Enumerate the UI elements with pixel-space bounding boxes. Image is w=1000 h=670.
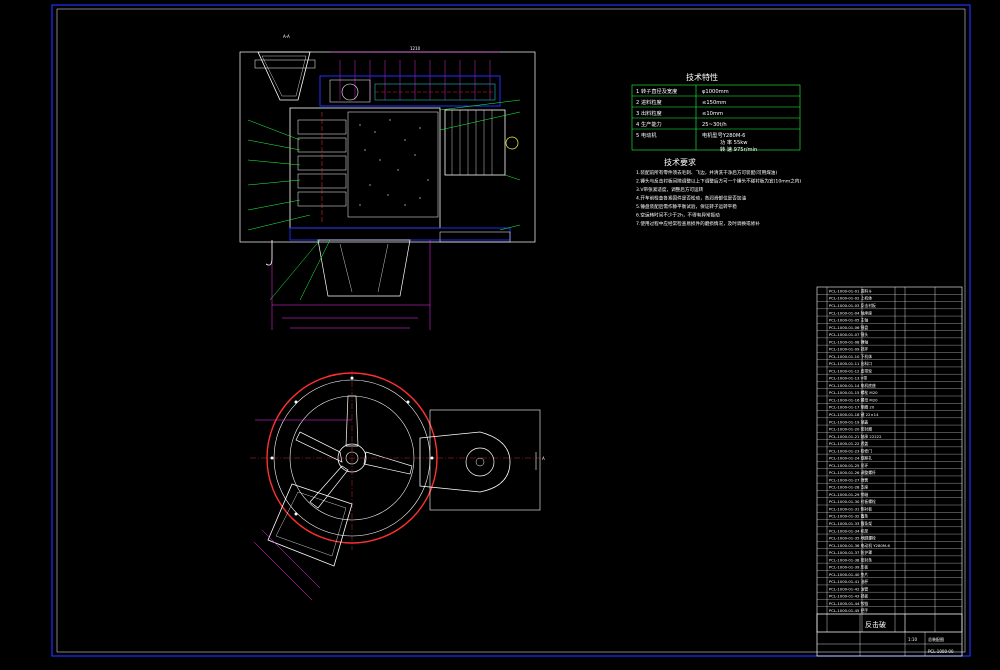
parts-list-row: PCL-1000-01-03 反击衬板 — [829, 303, 876, 308]
parts-list-row: PCL-1000-01-27 弹簧 — [829, 477, 868, 482]
lower-dimensions — [271, 240, 431, 330]
spec-row-value: ≤150mm — [702, 100, 726, 106]
spec-row-value2: 功 率 55kw — [720, 138, 748, 146]
parts-list-row: PCL-1000-01-14 电机底座 — [829, 383, 876, 388]
spec-row-value: φ1000mm — [702, 89, 729, 95]
section-view-a-a: A-A 1210 — [239, 34, 536, 330]
parts-list-row: PCL-1000-01-26 调整螺杆 — [829, 470, 876, 475]
parts-list-row: PCL-1000-01-23 检修门 — [829, 448, 872, 453]
feed-chute-plan — [267, 483, 353, 567]
section-view-label: A-A — [283, 34, 290, 39]
technical-note-item: 3.V带张紧适度，调整后方可运转 — [636, 186, 704, 193]
parts-list-row: PCL-1000-01-29 销轴 — [829, 492, 868, 497]
parts-list-row: PCL-1000-01-45 把手 — [829, 608, 868, 613]
rotor-section — [297, 112, 347, 222]
cad-drawing-canvas: A-A 1210 A 技术特性 1 转子直径及宽度 φ1000mm 2 进料粒度… — [0, 0, 1000, 666]
technical-notes-title: 技术要求 — [664, 157, 696, 167]
parts-list-row: PCL-1000-01-25 吊环 — [829, 463, 868, 468]
motor-base-plan — [429, 409, 541, 511]
spec-row-name: 2 进料粒度 — [636, 98, 662, 106]
parts-list-row: PCL-1000-01-34 机架 — [829, 528, 868, 533]
parts-list-row: PCL-1000-01-36 电动机 Y280M-6 — [829, 543, 890, 548]
chamber-fill-pattern — [359, 119, 429, 206]
parts-list-row: PCL-1000-01-04 轴承座 — [829, 310, 872, 315]
parts-list-table: PCL-1000-01-01 进料斗 PCL-1000-01-02 上机体 PCL-… — [816, 286, 963, 633]
spec-row-value3: 转 速 975r/min — [720, 145, 757, 153]
parts-list-row: PCL-1000-01-17 垫圈 20 — [829, 405, 875, 410]
upper-housing — [319, 75, 501, 107]
parts-list-row: PCL-1000-01-12 皮带轮 — [829, 368, 872, 373]
spec-row-value: 25~30t/h — [702, 122, 727, 128]
parts-list-row: PCL-1000-01-13 V带 — [829, 376, 867, 381]
parts-list-row: PCL-1000-01-16 螺母 M20 — [829, 397, 878, 402]
spec-row-value: 电机型号Y280M-6 — [702, 131, 745, 139]
spec-row-name: 3 出料粒度 — [636, 109, 662, 117]
machine-base — [289, 227, 511, 241]
parts-list-row: PCL-1000-01-09 挡环 — [829, 347, 868, 352]
parts-list-row: PCL-1000-01-43 挡板 — [829, 594, 868, 599]
parts-list-row: PCL-1000-01-15 螺栓 M20 — [829, 390, 878, 395]
feed-hopper — [257, 51, 311, 101]
spec-table-title: 技术特性 — [686, 72, 718, 82]
discharge-chute — [317, 239, 411, 297]
parts-list-row: PCL-1000-01-10 下机体 — [829, 354, 872, 359]
parts-list-row: PCL-1000-01-40 垫片 — [829, 572, 868, 577]
parts-list-row: PCL-1000-01-31 侧衬板 — [829, 506, 872, 511]
technical-note-item: 4.开车前检查各紧固件是否松动，各润滑部位是否加油 — [636, 195, 746, 202]
parts-list-row: PCL-1000-01-21 轴承 22222 — [829, 434, 882, 439]
cut-indicator-label: A — [542, 456, 545, 461]
parts-list-row: PCL-1000-01-02 上机体 — [829, 296, 872, 301]
technical-note-item: 2.锤头与反击衬板间隙调整以上下调整后方可一个锤头不碰衬板为宜(10mm之内) — [636, 178, 801, 185]
technical-note-item: 7.使用过程中应经常检查易损件的磨损情况，及时调换或修补 — [636, 220, 760, 227]
drawing-scale: 1:10 — [908, 637, 917, 642]
parts-list-row: PCL-1000-01-01 进料斗 — [829, 288, 872, 293]
svg-text:1210: 1210 — [410, 46, 421, 51]
parts-list-row: PCL-1000-01-35 地脚螺栓 — [829, 536, 876, 541]
technical-note-item: 6.空运转时间不少于2h，不得有异常振动 — [636, 212, 720, 219]
spec-row-name: 5 电动机 — [636, 131, 657, 139]
parts-list-row: PCL-1000-01-28 支座 — [829, 485, 868, 490]
parts-list-row: PCL-1000-01-32 篦条 — [829, 514, 868, 519]
engineering-drawing: A-A 1210 A 技术特性 1 转子直径及宽度 φ1000mm2 进料粒度 … — [51, 4, 971, 657]
plan-dimensions — [253, 419, 352, 601]
drawing-number: PCL-1000-00 — [928, 649, 954, 654]
parts-list-row: PCL-1000-01-11 出料口 — [829, 361, 872, 366]
parts-list-row: PCL-1000-01-33 篦条架 — [829, 521, 872, 526]
parts-list-row: PCL-1000-01-07 锤头 — [829, 332, 868, 337]
balloon-leaders-left — [247, 119, 331, 301]
plan-view: A — [250, 370, 545, 601]
technical-notes: 技术要求 1.装配前所有零件须去毛刺、飞边，并清洗干净后方可装配(可用煤油) 2.… — [636, 157, 801, 227]
parts-list-row: PCL-1000-01-30 衬板螺栓 — [829, 499, 876, 504]
spec-row-name: 1 转子直径及宽度 — [636, 87, 677, 95]
spec-table: 技术特性 1 转子直径及宽度 φ1000mm 2 进料粒度 ≤150mm 3 出料粒度 ≤… — [631, 72, 801, 153]
parts-list-row: PCL-1000-01-22 透盖 — [829, 441, 868, 446]
parts-list-row: PCL-1000-01-08 锤轴 — [829, 339, 868, 344]
parts-list-row: PCL-1000-01-19 端盖 — [829, 419, 868, 424]
spec-row-value: ≤10mm — [702, 111, 723, 117]
technical-note-item: 1.装配前所有零件须去毛刺、飞边，并清洗干净后方可装配(可用煤油) — [636, 169, 777, 176]
drawing-name: 反击破 — [865, 620, 886, 629]
crushing-chamber — [289, 107, 441, 229]
parts-list-row: PCL-1000-01-37 防护罩 — [829, 550, 872, 555]
motor — [444, 109, 506, 176]
parts-list-row: PCL-1000-01-42 油管 — [829, 586, 868, 591]
parts-list-row: PCL-1000-01-38 密封条 — [829, 557, 872, 562]
assembly-label: 总装配图 — [928, 636, 944, 642]
motor-pulley — [465, 447, 495, 477]
parts-list-row: PCL-1000-01-05 主轴 — [829, 318, 868, 323]
parts-list-row: PCL-1000-01-18 键 22×14 — [829, 412, 879, 417]
technical-note-item: 5.锤盘装配后需作静平衡试验，保证转子运转平稳 — [636, 203, 737, 210]
parts-list-row: PCL-1000-01-44 铰链 — [829, 601, 868, 606]
lifting-hook — [265, 240, 273, 266]
spec-row-name: 4 生产能力 — [636, 120, 662, 128]
parts-list-row: PCL-1000-01-20 密封圈 — [829, 427, 872, 432]
parts-list-row: PCL-1000-01-41 油杯 — [829, 579, 868, 584]
parts-list-row: PCL-1000-01-39 压板 — [829, 565, 868, 570]
parts-list-row: PCL-1000-01-06 锤盘 — [829, 325, 868, 330]
parts-list-row: PCL-1000-01-24 观察孔 — [829, 456, 872, 461]
title-block: 反击破 总装配图 PCL-1000-00 1:10 — [816, 613, 963, 657]
